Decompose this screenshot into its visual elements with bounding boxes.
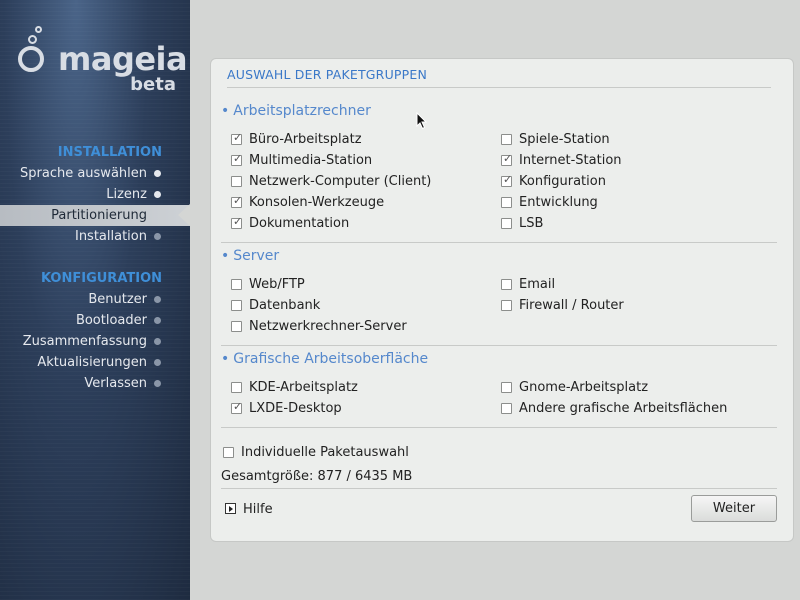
step-dot-icon bbox=[154, 338, 161, 345]
checkbox[interactable] bbox=[223, 447, 234, 458]
checkbox[interactable]: ✓ bbox=[231, 400, 243, 414]
checkbox[interactable]: ✓ bbox=[231, 152, 243, 166]
step-dot-icon bbox=[154, 359, 161, 366]
nav-item-label: Partitionierung bbox=[51, 208, 147, 223]
checkbox[interactable]: ✓ bbox=[231, 194, 243, 208]
nav-item-installation: Installation bbox=[0, 226, 190, 247]
nav-item-verlassen: Verlassen bbox=[0, 373, 190, 394]
checkbox[interactable] bbox=[501, 382, 512, 393]
nav-item-aktualisierungen: Aktualisierungen bbox=[0, 352, 190, 373]
checkmark-icon: ✓ bbox=[503, 152, 513, 165]
nav-item-label: Verlassen bbox=[84, 376, 147, 391]
mageia-logo: mageia beta bbox=[18, 24, 188, 104]
mouse-pointer-icon bbox=[416, 112, 428, 130]
group-title-workstation: • Arbeitsplatzrechner bbox=[221, 103, 371, 119]
group-title-server: • Server bbox=[221, 248, 280, 264]
logo-bubble-icon bbox=[28, 35, 37, 44]
total-size-label: Gesamtgröße: 877 / 6435 MB bbox=[221, 469, 413, 484]
logo-bubble-icon bbox=[35, 26, 42, 33]
divider bbox=[221, 427, 777, 428]
checkbox[interactable] bbox=[501, 218, 512, 229]
nav-item-label: Zusammenfassung bbox=[22, 334, 147, 349]
section-title-konfiguration: KONFIGURATION bbox=[40, 271, 162, 286]
checkmark-icon: ✓ bbox=[233, 400, 243, 413]
divider bbox=[221, 488, 777, 489]
checkbox[interactable]: ✓ bbox=[231, 215, 243, 229]
logo-word: mageia bbox=[58, 40, 188, 78]
nav-item-lizenz: Lizenz bbox=[0, 184, 190, 205]
logo-edition: beta bbox=[130, 74, 176, 95]
nav-item-label: Benutzer bbox=[88, 292, 147, 307]
checkbox[interactable] bbox=[501, 279, 512, 290]
nav-item-partitionierung: Partitionierung bbox=[0, 204, 190, 226]
active-step-arrow-icon bbox=[178, 204, 190, 226]
checkbox[interactable]: ✓ bbox=[501, 152, 513, 166]
nav-item-benutzer: Benutzer bbox=[0, 289, 190, 310]
step-dot-icon bbox=[154, 191, 161, 198]
nav-item-sprache: Sprache auswählen bbox=[0, 163, 190, 184]
divider bbox=[221, 345, 777, 346]
checkmark-icon: ✓ bbox=[503, 173, 513, 186]
expand-arrow-icon[interactable] bbox=[225, 503, 236, 514]
nav-item-label: Installation bbox=[74, 229, 147, 244]
checkmark-icon: ✓ bbox=[233, 215, 243, 228]
logo-cauldron-icon bbox=[18, 46, 44, 72]
nav-item-bootloader: Bootloader bbox=[0, 310, 190, 331]
divider bbox=[221, 242, 777, 243]
checkbox[interactable] bbox=[501, 197, 512, 208]
group-title-graphical-desktop: • Grafische Arbeitsoberfläche bbox=[221, 351, 429, 367]
checkbox[interactable] bbox=[231, 300, 242, 311]
divider bbox=[227, 87, 771, 88]
next-button[interactable]: Weiter bbox=[691, 495, 777, 522]
step-dot-icon bbox=[154, 233, 161, 240]
nav-item-zusammenfassung: Zusammenfassung bbox=[0, 331, 190, 352]
package-groups-panel: AUSWAHL DER PAKETGRUPPEN • Arbeitsplatzre… bbox=[210, 58, 794, 542]
nav-item-label: Lizenz bbox=[106, 187, 147, 202]
checkmark-icon: ✓ bbox=[233, 131, 243, 144]
section-title-installation: INSTALLATION bbox=[57, 145, 162, 160]
step-dot-icon bbox=[154, 380, 161, 387]
sidebar: mageia beta INSTALLATION Sprache auswähl… bbox=[0, 0, 190, 600]
nav-item-label: Aktualisierungen bbox=[37, 355, 147, 370]
checkbox[interactable]: ✓ bbox=[231, 131, 243, 145]
nav-item-label: Bootloader bbox=[75, 313, 147, 328]
step-dot-icon bbox=[154, 296, 161, 303]
checkbox[interactable]: ✓ bbox=[501, 173, 513, 187]
step-dot-icon bbox=[154, 317, 161, 324]
step-dot-icon bbox=[154, 170, 161, 177]
nav-item-label: Sprache auswählen bbox=[20, 166, 147, 181]
checkbox[interactable] bbox=[231, 382, 242, 393]
checkbox[interactable] bbox=[501, 403, 512, 414]
checkmark-icon: ✓ bbox=[233, 152, 243, 165]
checkbox[interactable] bbox=[231, 176, 242, 187]
checkbox[interactable] bbox=[501, 300, 512, 311]
checkbox[interactable] bbox=[501, 134, 512, 145]
checkmark-icon: ✓ bbox=[233, 194, 243, 207]
checkbox[interactable] bbox=[231, 321, 242, 332]
checkbox[interactable] bbox=[231, 279, 242, 290]
panel-title: AUSWAHL DER PAKETGRUPPEN bbox=[227, 67, 428, 82]
